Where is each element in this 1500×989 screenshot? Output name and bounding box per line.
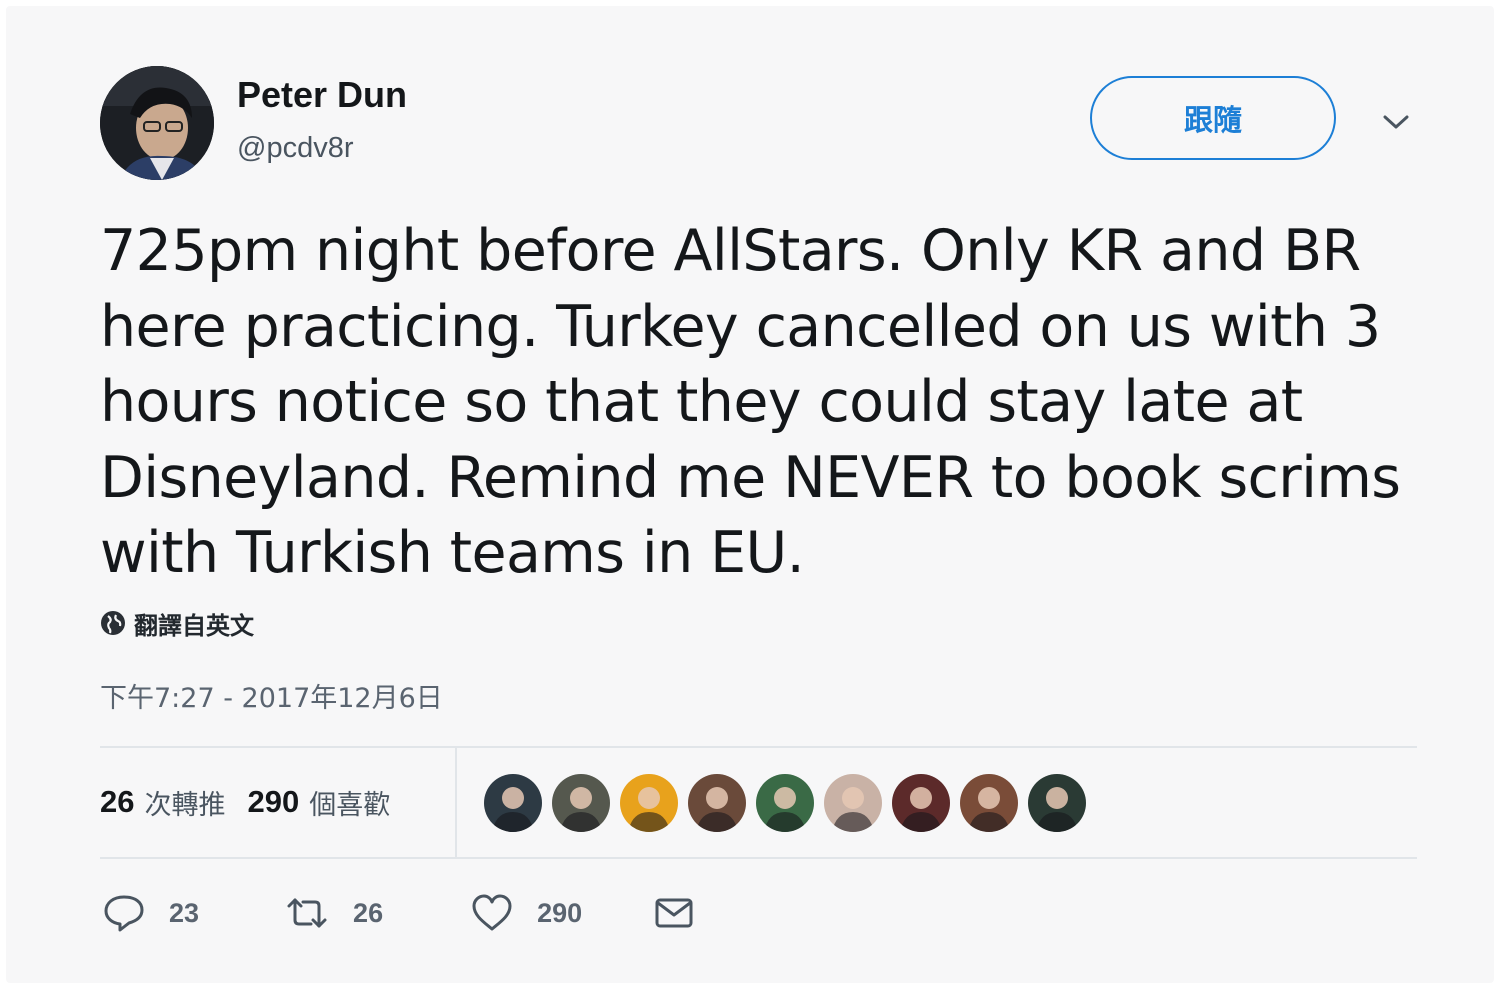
retweet-button[interactable]: 26 <box>285 896 383 930</box>
reply-button[interactable]: 23 <box>103 893 199 933</box>
liker-avatars <box>484 774 1086 832</box>
divider <box>100 857 1417 859</box>
envelope-icon <box>655 898 693 928</box>
liker-avatar[interactable] <box>688 774 746 832</box>
liker-avatar[interactable] <box>484 774 542 832</box>
author-handle[interactable]: @pcdv8r <box>237 132 353 165</box>
retweet-label: 次轉推 <box>144 789 226 821</box>
like-count-action: 290 <box>537 897 583 928</box>
avatar-photo <box>100 66 214 180</box>
liker-avatar[interactable] <box>960 774 1018 832</box>
chevron-down-icon[interactable] <box>1378 104 1414 140</box>
engagement-stats: 26 次轉推 290 個喜歡 <box>100 782 390 822</box>
liker-avatar[interactable] <box>1028 774 1086 832</box>
liker-avatar[interactable] <box>824 774 882 832</box>
author-name[interactable]: Peter Dun <box>237 74 407 116</box>
liker-avatar[interactable] <box>620 774 678 832</box>
tweet-card: Peter Dun @pcdv8r 跟隨 725pm night before … <box>6 6 1494 983</box>
reply-count: 23 <box>169 897 200 928</box>
like-button[interactable]: 290 <box>471 894 582 932</box>
liker-avatar[interactable] <box>756 774 814 832</box>
retweet-icon <box>287 898 327 928</box>
follow-button[interactable]: 跟隨 <box>1090 76 1336 160</box>
retweet-count-action: 26 <box>353 897 384 928</box>
liker-avatar[interactable] <box>552 774 610 832</box>
action-bar: 23 26 290 <box>103 890 694 936</box>
dm-button[interactable] <box>654 896 694 930</box>
divider <box>455 748 457 857</box>
divider <box>100 746 1417 748</box>
likes-stat[interactable]: 290 個喜歡 <box>247 783 390 822</box>
tweet-timestamp[interactable]: 下午7:27 - 2017年12月6日 <box>100 676 443 715</box>
liker-avatar[interactable] <box>892 774 950 832</box>
reply-icon <box>104 895 144 932</box>
like-count: 290 <box>247 784 300 819</box>
retweet-count: 26 <box>100 784 135 819</box>
author-avatar[interactable] <box>100 66 214 180</box>
like-label: 個喜歡 <box>309 789 391 821</box>
heart-icon <box>472 894 512 931</box>
tweet-text: 725pm night before AllStars. Only KR and… <box>100 218 1401 586</box>
retweets-stat[interactable]: 26 次轉推 <box>100 783 225 822</box>
globe-icon <box>101 611 125 635</box>
translate-label: 翻譯自英文 <box>134 611 254 640</box>
translate-link[interactable]: 翻譯自英文 <box>100 606 254 640</box>
